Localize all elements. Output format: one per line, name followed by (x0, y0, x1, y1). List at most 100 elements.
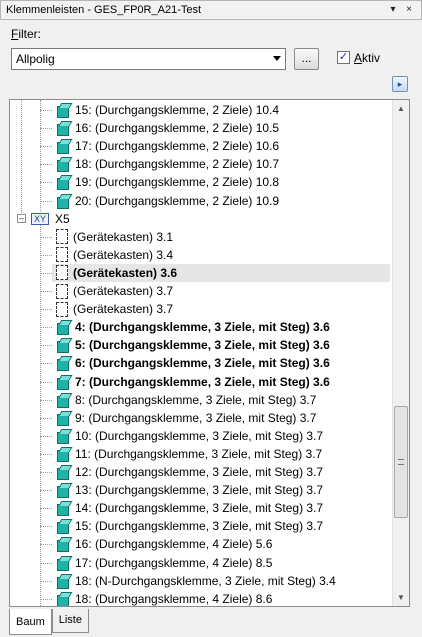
pin-dropdown-icon[interactable]: ▾ (387, 3, 399, 17)
tree-item-label: 18: (Durchgangsklemme, 2 Ziele) 10.7 (75, 157, 280, 172)
tree-item-label: 10: (Durchgangsklemme, 3 Ziele, mit Steg… (75, 428, 324, 443)
close-icon[interactable]: × (403, 3, 415, 17)
tree-item-label: 8: (Durchgangsklemme, 3 Ziele, mit Steg)… (75, 392, 317, 407)
navigate-arrow-button[interactable]: ▸ (392, 76, 408, 92)
tree-item-label: 4: (Durchgangsklemme, 3 Ziele, mit Steg)… (75, 320, 330, 335)
device-box-item[interactable]: (Gerätekasten) 3.4 (52, 246, 390, 264)
panel-title: Klemmenleisten - GES_FP0R_A21-Test (6, 4, 202, 16)
tree-item-label: 13: (Durchgangsklemme, 3 Ziele, mit Steg… (75, 483, 324, 498)
tree-item-label: (Gerätekasten) 3.7 (73, 284, 174, 298)
tree-group-label: X5 (55, 211, 70, 226)
filter-select-value: Allpolig (16, 52, 55, 66)
device-box-icon (56, 229, 68, 245)
terminal-item[interactable]: 17: (Durchgangsklemme, 2 Ziele) 10.6 (52, 137, 390, 155)
terminal-item[interactable]: 18: (Durchgangsklemme, 4 Ziele) 8.6 (52, 590, 390, 606)
terminal-clamp-icon (56, 356, 70, 372)
device-box-icon (56, 247, 68, 263)
tree-item-label: 15: (Durchgangsklemme, 2 Ziele) 10.4 (75, 103, 280, 117)
terminal-clamp-icon (56, 194, 70, 209)
terminal-strip-tree[interactable]: 15: (Durchgangsklemme, 2 Ziele) 10.4 16: … (9, 99, 410, 607)
terminal-clamp-icon (56, 556, 70, 571)
terminal-item[interactable]: 10: (Durchgangsklemme, 3 Ziele, mit Steg… (52, 427, 390, 445)
terminal-clamp-icon (56, 103, 70, 118)
tree-item-label: 18: (Durchgangsklemme, 4 Ziele) 8.6 (75, 591, 273, 606)
aktiv-label: Aktiv (354, 51, 381, 65)
terminal-item[interactable]: 6: (Durchgangsklemme, 3 Ziele, mit Steg)… (52, 354, 390, 372)
filter-browse-button[interactable]: ... (294, 48, 319, 70)
terminal-item[interactable]: 4: (Durchgangsklemme, 3 Ziele, mit Steg)… (52, 318, 390, 336)
terminal-clamp-icon (56, 175, 70, 191)
terminal-item[interactable]: 16: (Durchgangsklemme, 4 Ziele) 5.6 (52, 535, 390, 553)
scroll-thumb[interactable] (394, 406, 408, 518)
terminal-item[interactable]: 17: (Durchgangsklemme, 4 Ziele) 8.5 (52, 554, 390, 572)
terminal-clamp-icon (56, 139, 70, 155)
tree-item-label: 9: (Durchgangsklemme, 3 Ziele, mit Steg)… (75, 410, 317, 425)
terminal-item[interactable]: 16: (Durchgangsklemme, 2 Ziele) 10.5 (52, 119, 390, 137)
terminal-item[interactable]: 15: (Durchgangsklemme, 3 Ziele, mit Steg… (52, 517, 390, 535)
tree-group-x5[interactable]: XY X5 (31, 210, 409, 228)
tree-item-label: 5: (Durchgangsklemme, 3 Ziele, mit Steg)… (75, 338, 330, 353)
terminal-clamp-icon (56, 447, 70, 462)
terminal-clamp-icon (56, 320, 70, 336)
filter-select[interactable]: Allpolig (11, 48, 286, 70)
terminal-clamp-icon (56, 157, 70, 173)
tree-item-label: 16: (Durchgangsklemme, 4 Ziele) 5.6 (75, 537, 273, 552)
terminal-clamp-icon (56, 483, 70, 499)
terminal-item[interactable]: 14: (Durchgangsklemme, 3 Ziele, mit Steg… (52, 499, 390, 517)
tree-item-label: 15: (Durchgangsklemme, 3 Ziele, mit Steg… (75, 519, 324, 534)
device-box-icon (56, 265, 68, 281)
terminal-item[interactable]: 5: (Durchgangsklemme, 3 Ziele, mit Steg)… (52, 336, 390, 354)
tree-item-label: 14: (Durchgangsklemme, 3 Ziele, mit Steg… (75, 501, 324, 516)
terminal-item[interactable]: 7: (Durchgangsklemme, 3 Ziele, mit Steg)… (52, 373, 390, 391)
scroll-up-icon[interactable]: ▲ (393, 100, 409, 117)
tree-item-label: 17: (Durchgangsklemme, 2 Ziele) 10.6 (75, 139, 280, 154)
terminal-item[interactable]: 18: (N-Durchgangsklemme, 3 Ziele, mit St… (52, 572, 390, 590)
tree-item-label: 12: (Durchgangsklemme, 3 Ziele, mit Steg… (75, 465, 324, 479)
device-box-icon (56, 283, 68, 299)
terminal-clamp-icon (56, 393, 70, 408)
device-box-item[interactable]: (Gerätekasten) 3.6 (52, 263, 390, 282)
terminal-item[interactable]: 15: (Durchgangsklemme, 2 Ziele) 10.4 (52, 101, 390, 119)
terminal-clamp-icon (56, 465, 70, 480)
device-box-item[interactable]: (Gerätekasten) 3.7 (52, 300, 390, 318)
tab-baum[interactable]: Baum (9, 609, 52, 635)
terminal-clamp-icon (56, 592, 70, 606)
tree-item-label: 17: (Durchgangsklemme, 4 Ziele) 8.5 (75, 555, 273, 570)
view-tabs: Baum Liste (9, 609, 89, 635)
tab-liste[interactable]: Liste (51, 609, 89, 633)
device-box-item[interactable]: (Gerätekasten) 3.1 (52, 228, 390, 246)
tree-item-label: (Gerätekasten) 3.7 (73, 302, 174, 317)
terminal-item[interactable]: 13: (Durchgangsklemme, 3 Ziele, mit Steg… (52, 481, 390, 499)
terminal-clamp-icon (56, 574, 70, 589)
tree-item-label: 11: (Durchgangsklemme, 3 Ziele, mit Steg… (75, 446, 323, 461)
terminal-item[interactable]: 20: (Durchgangsklemme, 2 Ziele) 10.9 (52, 192, 390, 210)
tree-item-label: 16: (Durchgangsklemme, 2 Ziele) 10.5 (75, 121, 280, 136)
collapse-toggle-icon[interactable]: – (17, 213, 26, 223)
tree-item-label: 20: (Durchgangsklemme, 2 Ziele) 10.9 (75, 193, 280, 208)
terminal-item[interactable]: 8: (Durchgangsklemme, 3 Ziele, mit Steg)… (52, 391, 390, 409)
chevron-down-icon (273, 56, 281, 61)
terminal-strip-icon: XY (31, 212, 49, 225)
tree-item-label: (Gerätekasten) 3.6 (73, 265, 178, 280)
terminal-clamp-icon (56, 121, 70, 137)
terminal-clamp-icon (56, 375, 70, 390)
terminal-clamp-icon (56, 429, 70, 444)
terminal-clamp-icon (56, 501, 70, 517)
tree-item-label: 19: (Durchgangsklemme, 2 Ziele) 10.8 (75, 175, 280, 190)
terminal-clamp-icon (56, 411, 70, 426)
device-box-item[interactable]: (Gerätekasten) 3.7 (52, 282, 390, 300)
vertical-scrollbar[interactable]: ▲ ▼ (392, 100, 409, 606)
filter-label: Filter: (11, 27, 42, 41)
terminal-item[interactable]: 9: (Durchgangsklemme, 3 Ziele, mit Steg)… (52, 409, 390, 427)
tree-item-label: (Gerätekasten) 3.1 (73, 229, 174, 244)
aktiv-checkbox[interactable]: ✓ (337, 51, 350, 64)
terminal-item[interactable]: 19: (Durchgangsklemme, 2 Ziele) 10.8 (52, 173, 390, 191)
tree-item-label: (Gerätekasten) 3.4 (73, 247, 174, 262)
terminal-item[interactable]: 12: (Durchgangsklemme, 3 Ziele, mit Steg… (52, 463, 390, 481)
terminal-item[interactable]: 18: (Durchgangsklemme, 2 Ziele) 10.7 (52, 155, 390, 173)
terminal-clamp-icon (56, 537, 70, 553)
terminal-item[interactable]: 11: (Durchgangsklemme, 3 Ziele, mit Steg… (52, 445, 390, 463)
panel-titlebar: Klemmenleisten - GES_FP0R_A21-Test ▾ × (0, 0, 422, 20)
scroll-down-icon[interactable]: ▼ (393, 589, 409, 606)
terminal-clamp-icon (56, 519, 70, 535)
